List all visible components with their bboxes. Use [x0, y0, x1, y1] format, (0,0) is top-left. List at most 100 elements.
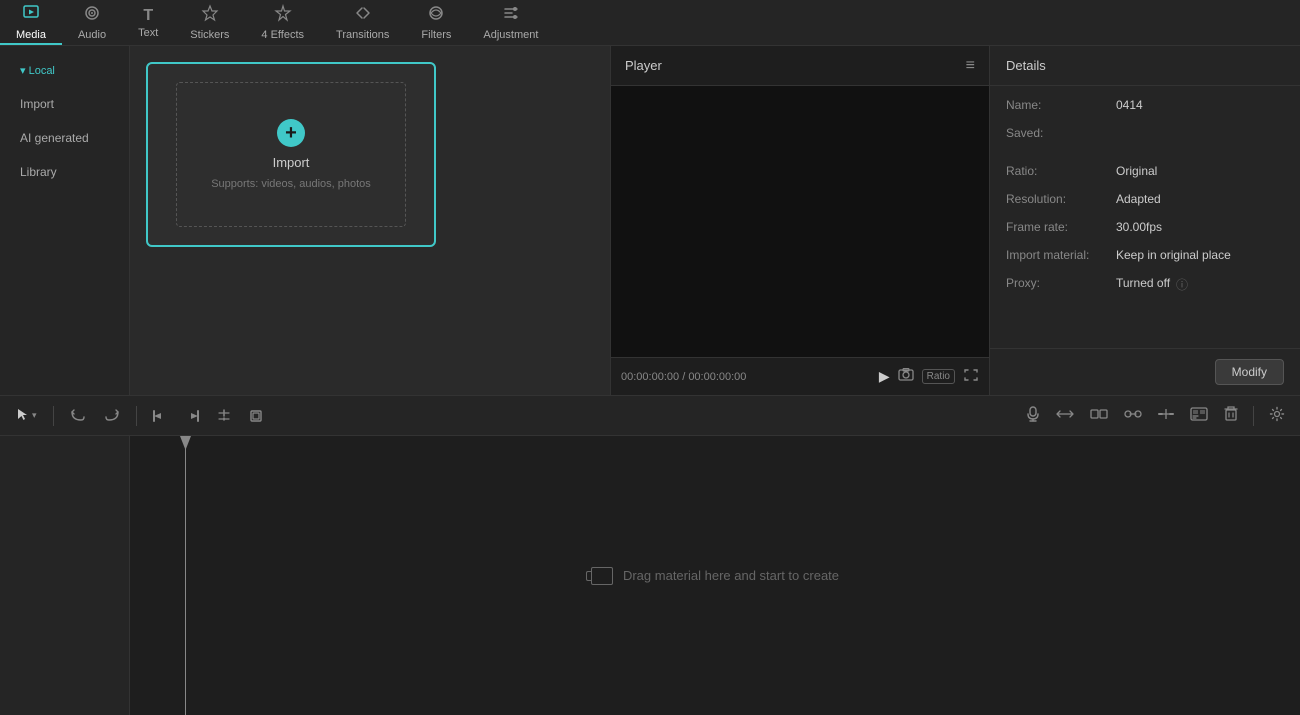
- drag-hint: Drag material here and start to create: [591, 567, 839, 585]
- bottom-section: ▾: [0, 395, 1300, 715]
- detail-value-ratio: Original: [1116, 164, 1157, 178]
- nav-label-filters: Filters: [421, 29, 451, 41]
- proxy-info-icon[interactable]: ⓘ: [1176, 276, 1188, 293]
- nav-label-text: Text: [138, 27, 158, 39]
- toolbar-separator-2: [136, 406, 137, 426]
- nav-item-effects[interactable]: 4 Effects: [245, 0, 320, 45]
- detail-row-saved: Saved:: [1006, 126, 1284, 140]
- nav-label-audio: Audio: [78, 29, 106, 41]
- select-arrow-icon: [16, 407, 30, 424]
- screenshot-icon[interactable]: [898, 368, 914, 385]
- detail-label-saved: Saved:: [1006, 126, 1116, 140]
- toolbar-right: [1021, 403, 1290, 428]
- detail-row-framerate: Frame rate: 30.00fps: [1006, 220, 1284, 234]
- nav-label-stickers: Stickers: [190, 29, 229, 41]
- player-panel: Player ≡ 00:00:00:00 / 00:00:00:00 ▶ Ra: [610, 46, 990, 395]
- detail-value-name: 0414: [1116, 98, 1143, 112]
- redo-button[interactable]: [98, 404, 126, 428]
- main-content: ▾ Local Import AI generated Library + Im…: [0, 46, 1300, 395]
- crop-button[interactable]: [243, 405, 269, 427]
- play-button[interactable]: ▶: [879, 368, 890, 385]
- detail-label-ratio: Ratio:: [1006, 164, 1116, 178]
- fullscreen-icon[interactable]: [963, 368, 979, 385]
- detail-row-name: Name: 0414: [1006, 98, 1284, 112]
- sidebar-item-local[interactable]: ▾ Local: [8, 56, 121, 85]
- link-button[interactable]: [1119, 404, 1147, 427]
- details-footer: Modify: [990, 348, 1300, 395]
- settings-button[interactable]: [1264, 403, 1290, 428]
- nav-label-transitions: Transitions: [336, 29, 389, 41]
- nav-item-text[interactable]: T Text: [122, 0, 174, 45]
- effects-icon: [274, 4, 292, 27]
- timeline-tracks-label: [0, 436, 130, 715]
- time-left: 00:00:00:00: [621, 371, 679, 383]
- timeline-toolbar: ▾: [0, 396, 1300, 436]
- details-body: Name: 0414 Saved: Ratio: Original Resolu…: [990, 86, 1300, 348]
- split-button[interactable]: [211, 405, 237, 427]
- ratio-button[interactable]: Ratio: [922, 369, 955, 384]
- media-panel: + Import Supports: videos, audios, photo…: [130, 46, 610, 395]
- nav-item-media[interactable]: Media: [0, 0, 62, 45]
- select-dropdown-icon: ▾: [32, 410, 37, 421]
- nav-item-stickers[interactable]: Stickers: [174, 0, 245, 45]
- delete-button[interactable]: [1219, 403, 1243, 428]
- scale-button[interactable]: [1153, 404, 1179, 427]
- sidebar-item-import[interactable]: Import: [8, 89, 121, 119]
- import-plus-icon: +: [277, 119, 305, 147]
- detail-label-proxy: Proxy:: [1006, 276, 1116, 290]
- timeline-content[interactable]: Drag material here and start to create: [130, 436, 1300, 715]
- detail-row-resolution: Resolution: Adapted: [1006, 192, 1284, 206]
- import-label: Import: [273, 155, 310, 170]
- details-header: Details: [990, 46, 1300, 86]
- transitions-icon: [354, 4, 372, 27]
- detail-label-framerate: Frame rate:: [1006, 220, 1116, 234]
- detail-label-resolution: Resolution:: [1006, 192, 1116, 206]
- filters-icon: [427, 4, 445, 27]
- modify-button[interactable]: Modify: [1215, 359, 1284, 385]
- select-tool[interactable]: ▾: [10, 403, 43, 428]
- player-title: Player: [625, 58, 662, 73]
- detail-value-proxy: Turned off: [1116, 276, 1170, 290]
- nav-item-filters[interactable]: Filters: [405, 0, 467, 45]
- toolbar-separator-right: [1253, 406, 1254, 426]
- drag-icon: [591, 567, 613, 585]
- details-panel: Details Name: 0414 Saved: Ratio: Origina…: [990, 46, 1300, 395]
- drag-hint-text: Drag material here and start to create: [623, 568, 839, 583]
- nav-item-transitions[interactable]: Transitions: [320, 0, 405, 45]
- trim-left-button[interactable]: [147, 405, 173, 427]
- player-footer: 00:00:00:00 / 00:00:00:00 ▶ Ratio: [611, 357, 989, 395]
- stickers-icon: [201, 4, 219, 27]
- sidebar-item-ai-generated[interactable]: AI generated: [8, 123, 121, 153]
- detail-value-framerate: 30.00fps: [1116, 220, 1162, 234]
- detail-label-import-material: Import material:: [1006, 248, 1116, 262]
- thumbnail-button[interactable]: [1185, 404, 1213, 427]
- group-button[interactable]: [1085, 404, 1113, 427]
- detail-row-import-material: Import material: Keep in original place: [1006, 248, 1284, 262]
- player-menu-icon[interactable]: ≡: [966, 57, 975, 75]
- nav-item-adjustment[interactable]: Adjustment: [467, 0, 554, 45]
- detail-value-resolution: Adapted: [1116, 192, 1161, 206]
- microphone-button[interactable]: [1021, 403, 1045, 428]
- detail-row-proxy: Proxy: Turned off ⓘ: [1006, 276, 1284, 293]
- time-display: 00:00:00:00 / 00:00:00:00: [621, 371, 871, 383]
- fit-width-button[interactable]: [1051, 404, 1079, 427]
- nav-label-adjustment: Adjustment: [483, 29, 538, 41]
- trim-right-button[interactable]: [179, 405, 205, 427]
- timeline-needle: [185, 436, 186, 715]
- nav-label-media: Media: [16, 29, 46, 41]
- detail-value-import-material: Keep in original place: [1116, 248, 1231, 262]
- time-right: 00:00:00:00: [688, 371, 746, 383]
- detail-row-ratio: Ratio: Original: [1006, 164, 1284, 178]
- text-nav-icon: T: [143, 7, 153, 25]
- top-navigation: Media Audio T Text Stickers 4 Effects: [0, 0, 1300, 46]
- sidebar-item-library[interactable]: Library: [8, 157, 121, 187]
- import-inner: + Import Supports: videos, audios, photo…: [176, 82, 406, 227]
- player-controls-right: Ratio: [898, 368, 979, 385]
- left-panel: ▾ Local Import AI generated Library: [0, 46, 130, 395]
- audio-icon: [83, 4, 101, 27]
- nav-item-audio[interactable]: Audio: [62, 0, 122, 45]
- undo-button[interactable]: [64, 404, 92, 428]
- import-box[interactable]: + Import Supports: videos, audios, photo…: [146, 62, 436, 247]
- adjustment-icon: [502, 4, 520, 27]
- nav-label-effects: 4 Effects: [261, 29, 304, 41]
